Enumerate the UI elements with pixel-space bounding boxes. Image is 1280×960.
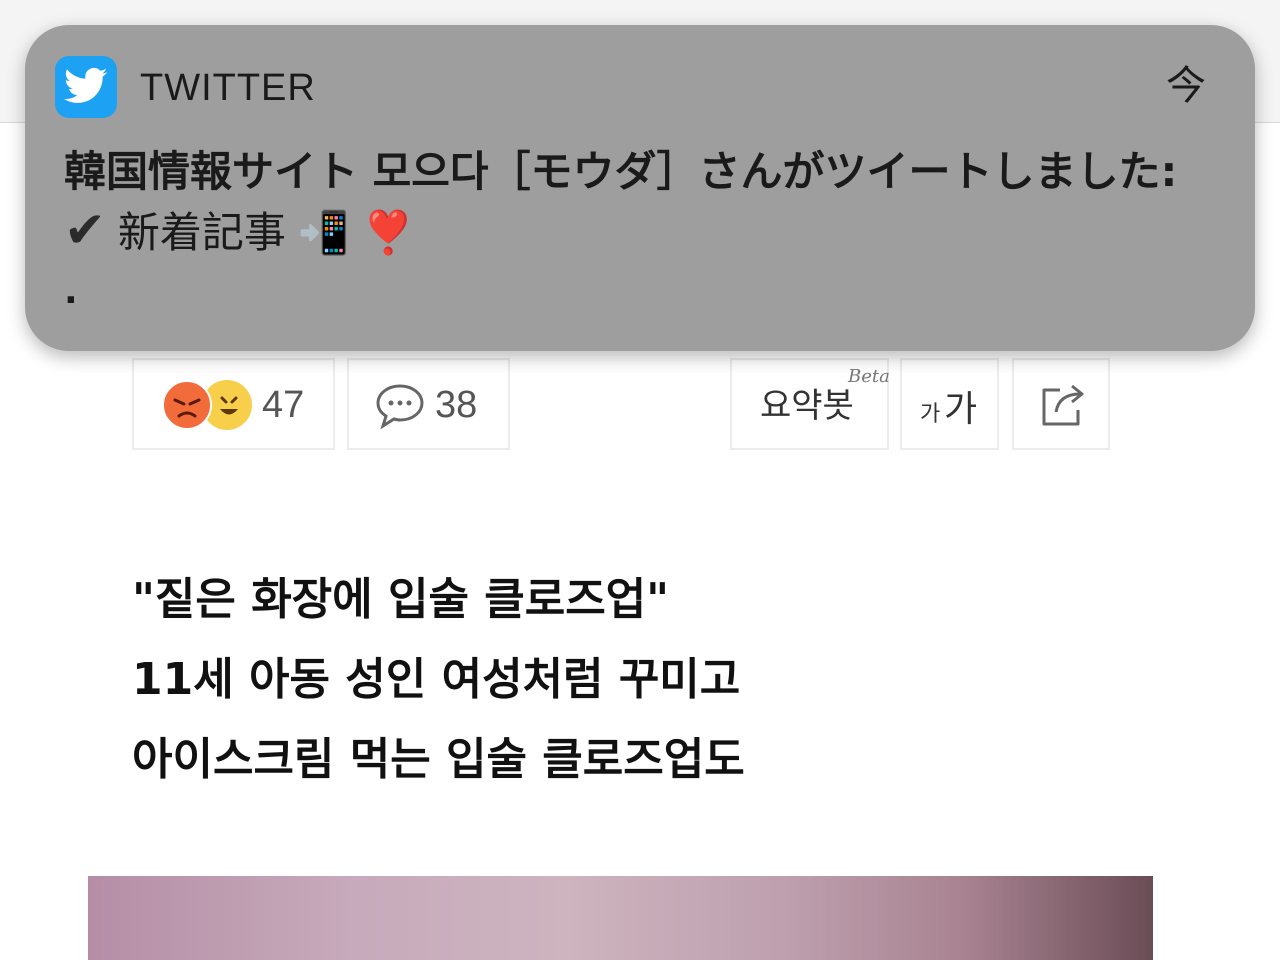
notification-app-name: TWITTER xyxy=(140,67,316,109)
notification-title: 韓国情報サイト 모으다［モウダ］さんがツイートしました: xyxy=(64,147,1178,196)
headline-line-2: 11세 아동 성인 여성처럼 꾸미고 xyxy=(132,654,741,705)
comments-count: 38 xyxy=(435,384,478,426)
summary-bot-label: 요약봇 xyxy=(760,386,854,426)
font-size-large-glyph: 가 xyxy=(944,389,978,430)
summary-bot-button[interactable]: 요약봇 Beta xyxy=(730,358,890,450)
notification-time: 今 xyxy=(1166,63,1206,109)
notification-body-text: 新着記事 xyxy=(117,208,286,257)
comments-button[interactable]: 38 xyxy=(347,358,510,450)
check-mark-icon: ✔ xyxy=(64,201,106,259)
article-image xyxy=(88,876,1153,960)
beta-badge: Beta xyxy=(848,366,890,387)
reactions-button[interactable]: 47 xyxy=(132,358,335,450)
font-size-button[interactable]: 가 가 xyxy=(900,358,999,450)
font-size-small-glyph: 가 xyxy=(920,402,941,427)
angry-face-icon xyxy=(162,380,212,430)
article-headline: "짙은 화장에 입술 클로즈업" 11세 아동 성인 여성처럼 꾸미고 아이스크… xyxy=(132,560,745,800)
headline-line-1: "짙은 화장에 입술 클로즈업" xyxy=(132,574,670,625)
headline-line-3: 아이스크림 먹는 입술 클로즈업도 xyxy=(132,734,745,785)
twitter-bird-icon xyxy=(55,56,117,118)
notification-body-trailing: . xyxy=(64,271,78,312)
comment-bubble-icon xyxy=(375,382,425,434)
notification-body: ✔ 新着記事 📲 ❣️ xyxy=(64,202,415,261)
heart-exclamation-icon: ❣️ xyxy=(362,208,415,257)
mobile-phone-arrow-icon: 📲 xyxy=(297,208,351,257)
share-button[interactable] xyxy=(1012,358,1110,450)
reactions-count: 47 xyxy=(262,384,305,426)
